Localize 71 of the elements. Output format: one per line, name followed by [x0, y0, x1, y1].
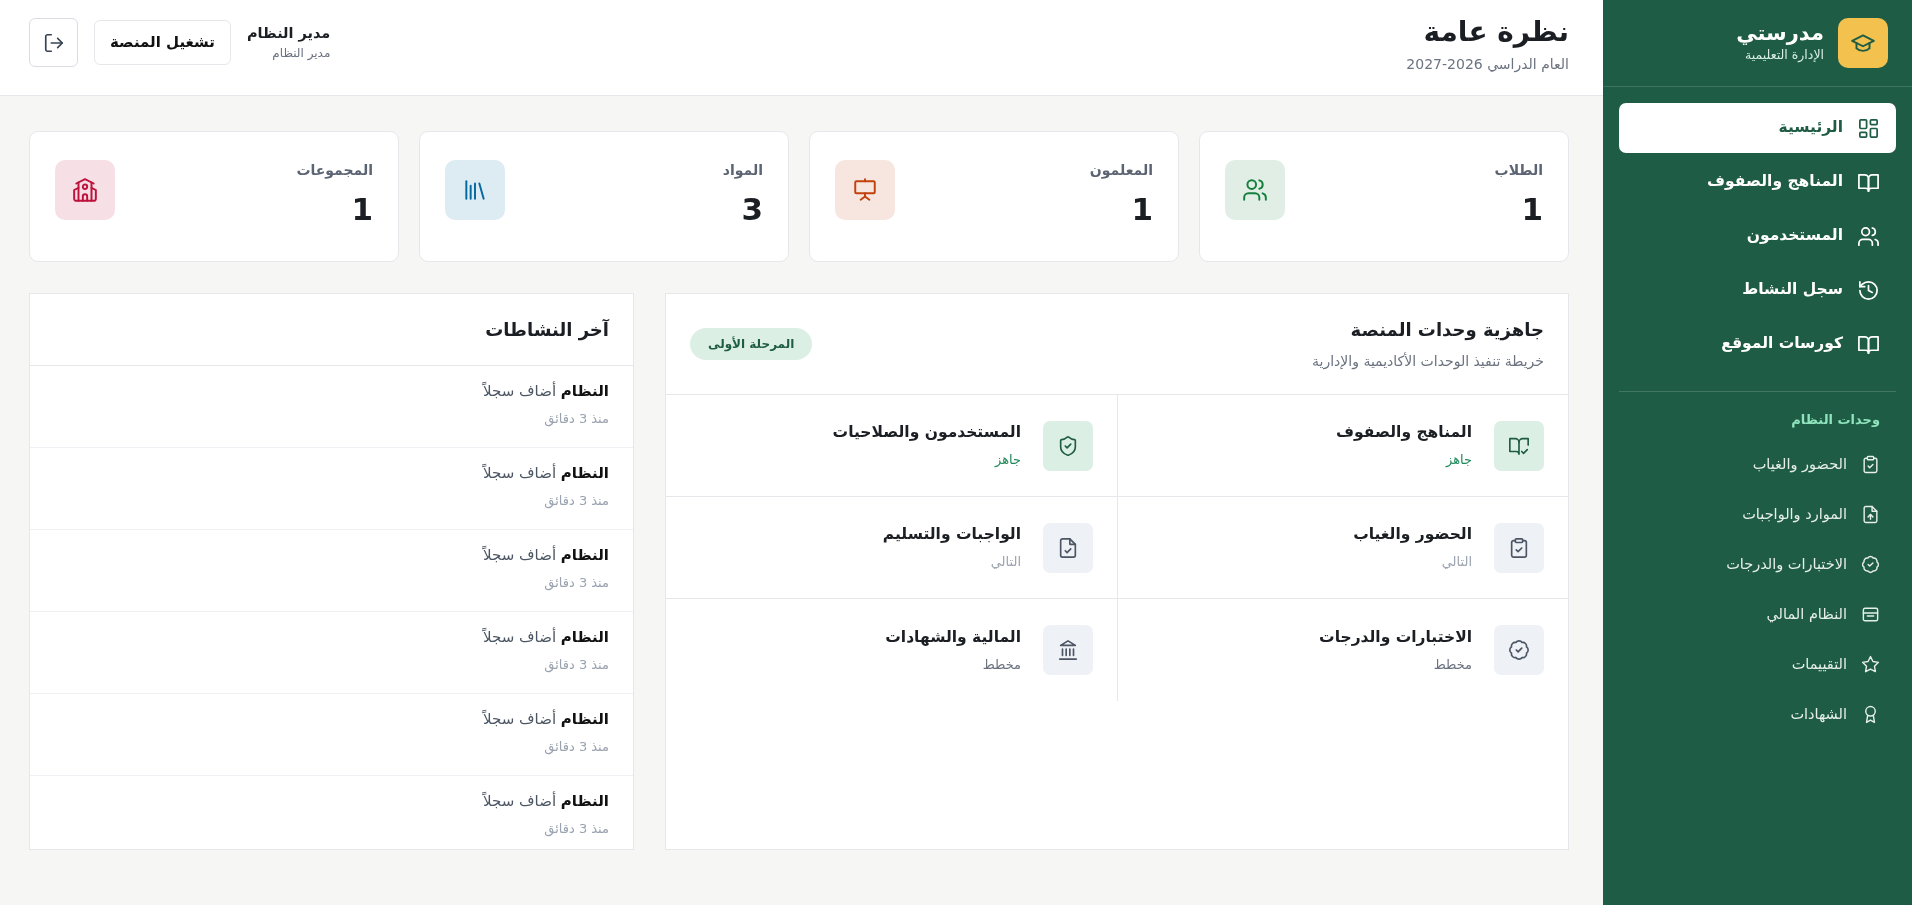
activity-time: منذ 3 دقائق — [543, 491, 609, 510]
file-check-icon — [1057, 536, 1079, 559]
module-link[interactable]: الشهادات — [1603, 689, 1912, 740]
nav-item[interactable]: كورسات الموقع — [1619, 319, 1896, 369]
activity-time: منذ 3 دقائق — [543, 573, 609, 592]
activity-time: منذ 3 دقائق — [543, 737, 609, 756]
brand-tagline: الإدارة التعليمية — [1744, 46, 1824, 65]
module-name: المستخدمون والصلاحيات — [832, 422, 1021, 444]
stat-label: الطلاب — [1494, 161, 1543, 180]
activity-time: منذ 3 دقائق — [543, 819, 609, 838]
stat-label: المعلمون — [1089, 161, 1153, 181]
page-title: نظرة عامة — [1422, 14, 1569, 50]
stat-label: المجموعات — [296, 161, 373, 181]
activity-text: النظام أضاف سجلاً — [481, 380, 609, 402]
section-title: وحدات النظام — [1790, 411, 1881, 430]
panel-title: آخر النشاطات — [484, 318, 609, 343]
activity-text: النظام أضاف سجلاً — [481, 790, 609, 812]
file-upload-icon — [1861, 505, 1880, 524]
module-status: جاهز — [993, 451, 1021, 470]
panel-subtitle: خريطة تنفيذ الوحدات الأكاديمية والإدارية — [1312, 351, 1544, 372]
star-icon — [1861, 655, 1880, 674]
wallet-icon — [1861, 605, 1880, 624]
clipboard-check-icon — [1861, 455, 1880, 474]
phase-label: المرحلة الأولى — [690, 328, 813, 360]
grid-icon — [1857, 116, 1880, 140]
module-status: مخطط — [981, 655, 1021, 674]
module-name: الاختبارات والدرجات — [1319, 626, 1472, 648]
activity-time: منذ 3 دقائق — [543, 409, 609, 428]
badge-check-icon — [1508, 639, 1530, 661]
module-name: المالية والشهادات — [885, 626, 1021, 648]
module-status: التالي — [1440, 553, 1472, 572]
user-role: مدير النظام — [271, 45, 331, 63]
module-name: الواجبات والتسليم — [882, 524, 1021, 546]
module-name: المناهج والصفوف — [1336, 422, 1472, 444]
module-link[interactable]: الحضور والغياب — [1603, 439, 1912, 490]
module-status: مخطط — [1432, 655, 1472, 674]
activity-text: النظام أضاف سجلاً — [481, 708, 609, 730]
stat-value: 1 — [350, 191, 373, 229]
activity-text: النظام أضاف سجلاً — [481, 626, 609, 648]
page-subtitle: العام الدراسي 2026-2027 — [1406, 55, 1569, 75]
badge-check-icon — [1861, 555, 1880, 574]
activity-time: منذ 3 دقائق — [543, 655, 609, 674]
module-status: جاهز — [1444, 451, 1472, 470]
nav-item[interactable]: سجل النشاط — [1619, 265, 1896, 315]
module-link[interactable]: النظام المالي — [1603, 589, 1912, 640]
activity-text: النظام أضاف سجلاً — [481, 462, 609, 484]
module-name: الحضور والغياب — [1353, 524, 1472, 546]
bank-icon — [1057, 639, 1079, 661]
stat-value: 1 — [1130, 191, 1153, 229]
panel-title: جاهزية وحدات المنصة — [1349, 318, 1544, 343]
nav-item[interactable]: المستخدمون — [1619, 211, 1896, 261]
stat-value: 3 — [740, 191, 763, 229]
history-icon — [1857, 278, 1880, 302]
stat-label: المواد — [722, 161, 763, 181]
logo-icon — [1838, 18, 1888, 68]
module-link[interactable]: الاختبارات والدرجات — [1603, 539, 1912, 590]
module-link[interactable]: الموارد والواجبات — [1603, 489, 1912, 540]
module-link[interactable]: التقييمات — [1603, 639, 1912, 690]
shield-check-icon — [1057, 434, 1079, 457]
nav-item[interactable]: الرئيسية — [1619, 103, 1896, 153]
module-status: التالي — [989, 553, 1021, 572]
logout-button[interactable] — [29, 18, 78, 67]
nav-item[interactable]: المناهج والصفوف — [1619, 157, 1896, 207]
user-name: مدير النظام — [246, 23, 331, 44]
users-icon — [1857, 224, 1880, 248]
run-platform-button[interactable]: تشغيل المنصة — [94, 20, 231, 65]
stat-value: 1 — [1520, 191, 1543, 229]
clipboard-check-icon — [1508, 536, 1530, 559]
activity-text: النظام أضاف سجلاً — [481, 544, 609, 566]
brand-name: مدرستي — [1736, 21, 1824, 47]
logout-icon — [42, 31, 65, 54]
